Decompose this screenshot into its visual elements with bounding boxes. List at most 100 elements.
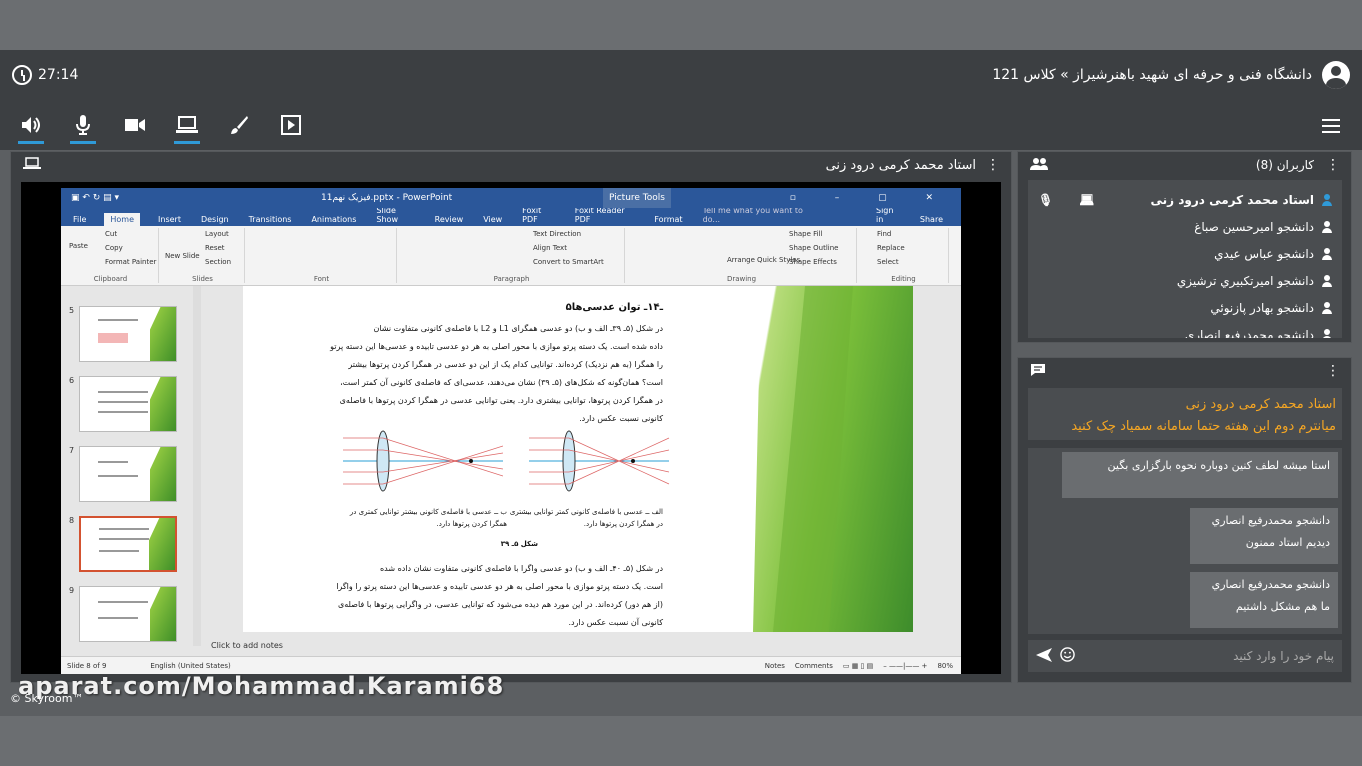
brush-icon[interactable] <box>228 112 250 138</box>
tab-animations[interactable]: Animations <box>309 213 358 226</box>
user-row[interactable]: دانشجو امیرتکبیري ترشیزي <box>1028 267 1342 294</box>
figure-number: شکل ۵ـ ۳۹ <box>500 540 538 548</box>
slide-text-line: در شکل (۵ـ ۴۰ـ الف و ب) دو عدسی واگرا با… <box>379 564 663 573</box>
microphone-icon[interactable] <box>70 112 96 144</box>
window-controls-icon[interactable]: ▫ – ▢ ✕ <box>790 193 951 203</box>
user-row[interactable]: دانشجو محمدرفیع انصاري <box>1028 321 1342 338</box>
users-more-icon[interactable]: ⋮ <box>1326 157 1340 173</box>
slide-text-line: است؟ همان‌گونه که شکل‌های (۵ـ ۳۹) نشان م… <box>340 378 663 387</box>
tab-design[interactable]: Design <box>199 213 231 226</box>
tab-review[interactable]: Review <box>433 213 466 226</box>
share-button[interactable]: Share <box>918 213 945 226</box>
figure-caption-a2: در همگرا کردن پرتوها دارد. <box>583 520 663 528</box>
ppt-ribbon-tabs: File Home Insert Design Transitions Anim… <box>61 206 961 226</box>
chat-panel: ⋮ استاد محمد کرمی درود زنی میانترم دوم ا… <box>1017 357 1352 683</box>
notes-toggle[interactable]: Notes <box>765 662 785 670</box>
user-name: دانشجو عباس عیدي <box>1214 246 1314 261</box>
slide-text-line: کانونی نسبت عکس دارد. <box>579 414 663 423</box>
section-button[interactable]: Section <box>205 258 231 266</box>
tab-transitions[interactable]: Transitions <box>247 213 294 226</box>
camera-icon[interactable] <box>124 112 146 138</box>
ppt-quick-access-icon[interactable]: ▣ ↶ ↻ ▤ ▾ <box>71 193 119 203</box>
tab-home[interactable]: Home <box>104 213 141 226</box>
message-text: استا میشه لطف کنین دوباره نحوه بارگزاری … <box>1107 459 1331 472</box>
paragraph-label: Paragraph <box>493 275 530 283</box>
person-icon <box>1322 247 1332 260</box>
user-row[interactable]: 🎙︎ 💻︎ استاد محمد کرمی درود زنی <box>1028 186 1342 213</box>
person-icon <box>1322 301 1332 314</box>
editing-label: Editing <box>891 275 916 283</box>
slide-thumbnail[interactable] <box>79 376 177 432</box>
users-panel: کاربران (8) ⋮ 🎙︎ 💻︎ استاد محمد کرمی درود … <box>1017 151 1352 343</box>
copy-button[interactable]: Copy <box>105 244 123 252</box>
shared-screen: ▣ ↶ ↻ ▤ ▾ فیزیک نهم11.pptx - PowerPoint … <box>21 182 1001 674</box>
align-text-button[interactable]: Align Text <box>533 244 567 252</box>
tab-view[interactable]: View <box>481 213 504 226</box>
figure-caption-a: الف ــ عدسی با فاصله‌ی کانونی کمتر توانا… <box>509 508 663 516</box>
slide-thumbnail[interactable] <box>79 586 177 642</box>
reset-button[interactable]: Reset <box>205 244 225 252</box>
notes-pane[interactable]: Click to add notes <box>205 638 961 654</box>
notice-sender: استاد محمد کرمی درود زنی <box>1185 397 1336 412</box>
chat-input[interactable]: پیام خود را وارد کنید <box>1233 649 1334 663</box>
media-toolbar <box>0 100 1362 150</box>
tab-format[interactable]: Format <box>652 213 684 226</box>
slide-thumbnail[interactable] <box>79 446 177 502</box>
zoom-level[interactable]: 80% <box>937 662 953 670</box>
users-group-icon <box>1030 157 1048 173</box>
view-buttons-icon[interactable]: ▭ ▦ ▯ ▤ <box>843 662 873 670</box>
user-row[interactable]: دانشجو عباس عیدي <box>1028 240 1342 267</box>
user-name: دانشجو امیرحسین صباغ <box>1194 219 1314 234</box>
chat-more-icon[interactable]: ⋮ <box>1326 363 1340 379</box>
speaker-icon[interactable] <box>18 112 44 144</box>
slide-counter: Slide 8 of 9 <box>67 661 107 670</box>
current-slide[interactable]: ۵ـ۱۴ـ توان عدسی‌ها در شکل (۵ـ ۳۹ـ الف و … <box>243 286 913 632</box>
send-icon[interactable] <box>1036 647 1052 665</box>
user-row[interactable]: دانشجو بهادر پازنوئي <box>1028 294 1342 321</box>
slide-text-line: در شکل (۵ـ ۳۹ـ الف و ب) دو عدسی همگرای L… <box>373 324 663 333</box>
emoji-icon[interactable] <box>1060 647 1075 665</box>
users-panel-header: کاربران (8) ⋮ <box>1018 152 1351 178</box>
paste-button[interactable]: Paste <box>69 242 88 250</box>
shape-effects-button[interactable]: Shape Effects <box>789 258 837 266</box>
slide-heading: ۵ـ۱۴ـ توان عدسی‌ها <box>565 302 663 313</box>
thumbnails-scrollbar[interactable] <box>193 286 201 646</box>
tab-insert[interactable]: Insert <box>156 213 183 226</box>
select-button[interactable]: Select <box>877 258 899 266</box>
convert-smartart-button[interactable]: Convert to SmartArt <box>533 258 604 266</box>
new-slide-button[interactable]: New Slide <box>165 252 200 260</box>
ppt-titlebar: ▣ ↶ ↻ ▤ ▾ فیزیک نهم11.pptx - PowerPoint … <box>61 188 961 208</box>
tab-file[interactable]: File <box>71 213 88 226</box>
user-row[interactable]: دانشجو امیرحسین صباغ <box>1028 213 1342 240</box>
find-button[interactable]: Find <box>877 230 891 238</box>
cut-button[interactable]: Cut <box>105 230 117 238</box>
format-painter-button[interactable]: Format Painter <box>105 258 156 266</box>
paragraph-group: Text Direction Align Text Convert to Sma… <box>399 228 625 283</box>
laptop-icon[interactable] <box>23 157 41 173</box>
media-play-icon[interactable] <box>280 112 302 138</box>
thumb-number: 9 <box>69 586 75 595</box>
message-sender: دانشجو محمدرفیع انصاري <box>1211 514 1330 527</box>
picture-tools-label: Picture Tools <box>603 188 671 208</box>
slide-thumbnail-selected[interactable] <box>79 516 177 572</box>
zoom-slider[interactable]: – ——|—— + <box>883 662 927 670</box>
comments-toggle[interactable]: Comments <box>795 662 833 670</box>
slide-thumbnail[interactable] <box>79 306 177 362</box>
menu-hamburger-icon[interactable] <box>1322 119 1340 133</box>
language-indicator[interactable]: English (United States) <box>150 662 230 670</box>
arrange-button[interactable]: Arrange <box>727 256 755 264</box>
chat-input-bar: پیام خود را وارد کنید <box>1028 640 1342 672</box>
replace-button[interactable]: Replace <box>877 244 905 252</box>
shape-outline-button[interactable]: Shape Outline <box>789 244 838 252</box>
screen-share-icon[interactable] <box>174 112 200 144</box>
user-name: دانشجو محمدرفیع انصاري <box>1184 327 1314 339</box>
more-options-icon[interactable]: ⋮ <box>986 157 1000 173</box>
font-group: Font <box>247 228 397 283</box>
message-text: ما هم مشکل داشتیم <box>1235 600 1330 613</box>
chat-message: دانشجو محمدرفیع انصاري دیدیم استاد ممنون <box>1190 508 1338 564</box>
shape-fill-button[interactable]: Shape Fill <box>789 230 823 238</box>
text-direction-button[interactable]: Text Direction <box>533 230 581 238</box>
font-label: Font <box>313 275 330 283</box>
layout-button[interactable]: Layout <box>205 230 229 238</box>
user-avatar-icon[interactable] <box>1322 61 1350 89</box>
